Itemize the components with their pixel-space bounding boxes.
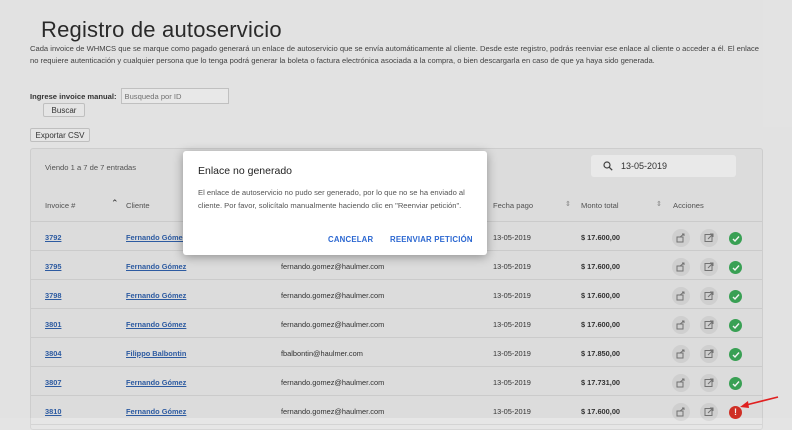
dialog-title: Enlace no generado xyxy=(198,165,292,177)
annotation-arrow-icon xyxy=(740,396,779,408)
dialog-text: El enlace de autoservicio no pudo ser ge… xyxy=(198,188,465,210)
cancel-button[interactable]: CANCELAR xyxy=(328,235,373,244)
error-dialog: Enlace no generado El enlace de autoserv… xyxy=(183,151,487,255)
page: Registro de autoservicio Cada invoice de… xyxy=(0,0,792,430)
resend-request-button[interactable]: REENVIAR PETICIÓN xyxy=(390,235,473,244)
row-divider xyxy=(31,424,762,425)
